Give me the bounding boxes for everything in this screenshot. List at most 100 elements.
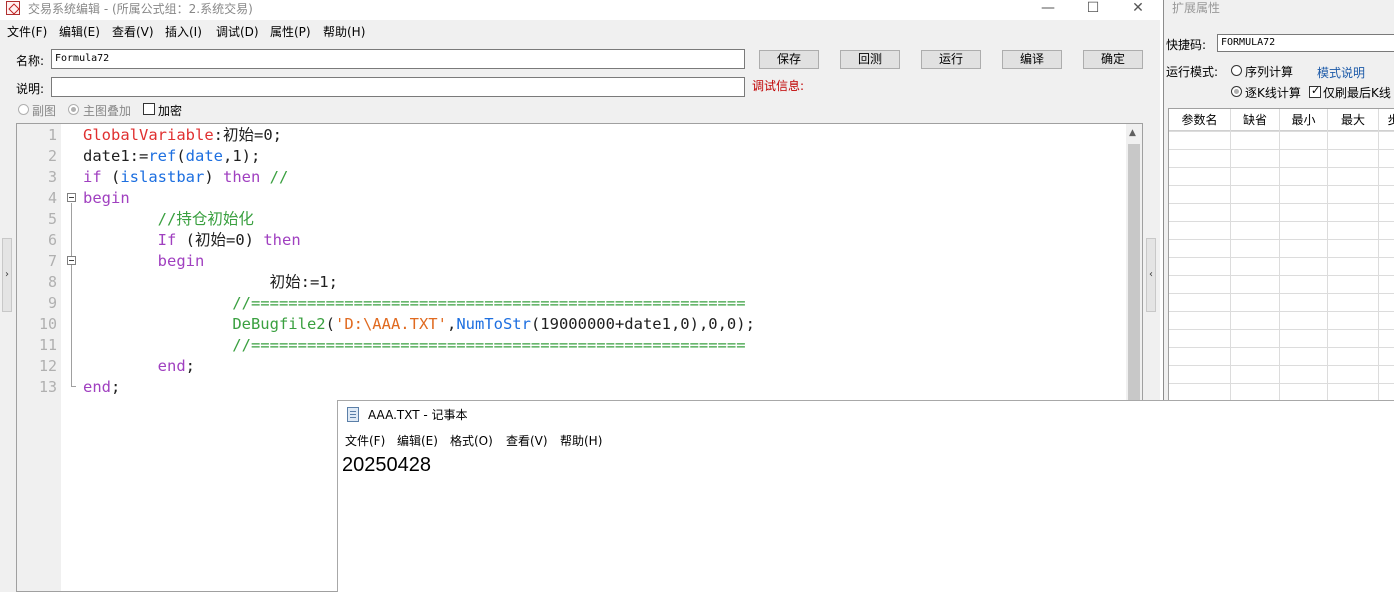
line-number: 13 [38,378,57,396]
code-line[interactable]: //======================================… [83,293,746,314]
mode-help-link[interactable]: 模式说明 [1317,64,1365,81]
sequence-calc-radio[interactable] [1231,65,1242,76]
fold-toggle-icon[interactable] [67,193,76,202]
code-token: date [185,147,223,165]
line-number: 9 [47,294,57,312]
code-line[interactable]: If (初始=0) then [83,230,301,251]
menu-file[interactable]: 文件(F) [7,23,47,41]
maximize-icon[interactable]: ☐ [1070,0,1116,18]
left-collapse-handle[interactable]: › [2,238,12,312]
notepad-menu-edit[interactable]: 编辑(E) [397,431,438,451]
description-field[interactable] [51,77,745,97]
line-number: 12 [38,357,57,375]
code-token: ; [111,378,121,396]
parameter-grid[interactable]: 参数名 缺省 最小 最大 步 [1168,108,1394,401]
notepad-menu-help[interactable]: 帮助(H) [560,431,602,451]
grid-row-line [1169,383,1394,384]
code-line[interactable]: //持仓初始化 [83,209,254,230]
scroll-up-icon[interactable]: ▲ [1129,128,1136,138]
code-line[interactable]: 初始:=1; [83,272,338,293]
code-token: NumToStr [456,315,531,333]
menu-help[interactable]: 帮助(H) [323,23,365,41]
grid-header-default[interactable]: 缺省 [1231,109,1280,131]
code-token: ( [325,315,335,333]
grid-column-line [1378,109,1379,401]
code-token: end [83,378,111,396]
code-line[interactable]: end; [83,377,120,398]
encrypt-checkbox[interactable] [143,103,155,115]
grid-header-step[interactable]: 步 [1379,109,1394,131]
code-line[interactable]: begin [83,188,130,209]
code-line[interactable]: date1:=ref(date,1); [83,146,260,167]
code-token: GlobalVariable [83,126,214,144]
backtest-button[interactable]: 回测 [840,50,900,69]
notepad-menu-file[interactable]: 文件(F) [345,431,385,451]
notepad-text-area[interactable]: 20250428 [342,453,431,477]
check-mark-icon: ✓ [1311,84,1321,97]
minimize-icon[interactable]: — [1025,0,1071,18]
panel-title: 扩展属性 [1172,1,1221,15]
grid-header-max[interactable]: 最大 [1328,109,1379,131]
grid-row-line [1169,311,1394,312]
code-token: //======================================… [83,336,746,354]
close-icon[interactable]: ✕ [1115,0,1161,18]
grid-header-min[interactable]: 最小 [1280,109,1328,131]
grid-column-line [1327,109,1328,401]
fold-guide [71,203,72,386]
hotkey-field[interactable]: FORMULA72 [1217,34,1394,52]
ok-button[interactable]: 确定 [1083,50,1143,69]
menu-insert[interactable]: 插入(I) [165,23,202,41]
notepad-window: AAA.TXT - 记事本 文件(F) 编辑(E) 格式(O) 查看(V) 帮助… [337,400,1394,592]
scroll-thumb[interactable] [1128,144,1140,444]
code-token: //持仓初始化 [83,210,254,228]
code-token: ,1); [223,147,261,165]
menu-properties[interactable]: 属性(P) [270,23,311,41]
refresh-last-checkbox[interactable]: ✓ [1309,84,1321,98]
code-line[interactable]: end; [83,356,195,377]
menu-debug[interactable]: 调试(D) [216,23,259,41]
grid-header-param-name[interactable]: 参数名 [1169,109,1231,131]
fold-toggle-icon[interactable] [67,256,76,265]
code-token: If [157,231,177,249]
notepad-title-bar: AAA.TXT - 记事本 [338,401,1394,429]
refresh-last-label: 仅刷最后K线 [1323,86,1391,100]
grid-row-line [1169,203,1394,204]
grid-row-line [1169,221,1394,222]
notepad-menu-format[interactable]: 格式(O) [450,431,493,451]
code-line[interactable]: //======================================… [83,335,746,356]
code-token: //======================================… [83,294,746,312]
code-line[interactable]: DeBugfile2('D:\AAA.TXT',NumToStr(1900000… [83,314,755,335]
code-line[interactable]: GlobalVariable:初始=0; [83,125,282,146]
code-line[interactable]: begin [83,251,205,272]
per-bar-calc-radio[interactable] [1231,86,1242,97]
code-token: ) [204,168,224,186]
line-number: 4 [47,189,57,207]
title-bar: 交易系统编辑 - (所属公式组：2.系统交易) — ☐ ✕ [0,0,1160,20]
name-label: 名称: [16,54,45,68]
line-number: 11 [38,336,57,354]
code-line[interactable]: if (islastbar) then // [83,167,288,188]
line-number: 10 [38,315,57,333]
main-overlay-label: 主图叠加 [83,104,132,118]
compile-button[interactable]: 编译 [1002,50,1062,69]
sub-chart-radio[interactable] [18,104,29,115]
main-overlay-radio[interactable] [68,104,79,115]
notepad-menu-view[interactable]: 查看(V) [506,431,548,451]
save-button[interactable]: 保存 [759,50,819,69]
grid-row-line [1169,365,1394,366]
hotkey-label: 快捷码: [1166,38,1207,52]
menu-edit[interactable]: 编辑(E) [59,23,100,41]
code-token: islastbar [120,168,205,186]
right-collapse-handle[interactable]: ‹ [1146,238,1156,312]
grid-column-line [1230,109,1231,401]
run-button[interactable]: 运行 [921,50,981,69]
code-token: (19000000+date1,0),0,0); [530,315,755,333]
line-number: 2 [47,147,57,165]
menu-view[interactable]: 查看(V) [112,23,154,41]
line-number: 6 [47,231,57,249]
grid-row-line [1169,131,1394,132]
grid-row-line [1169,293,1394,294]
code-token: ref [148,147,177,165]
name-field[interactable]: Formula72 [51,49,745,69]
